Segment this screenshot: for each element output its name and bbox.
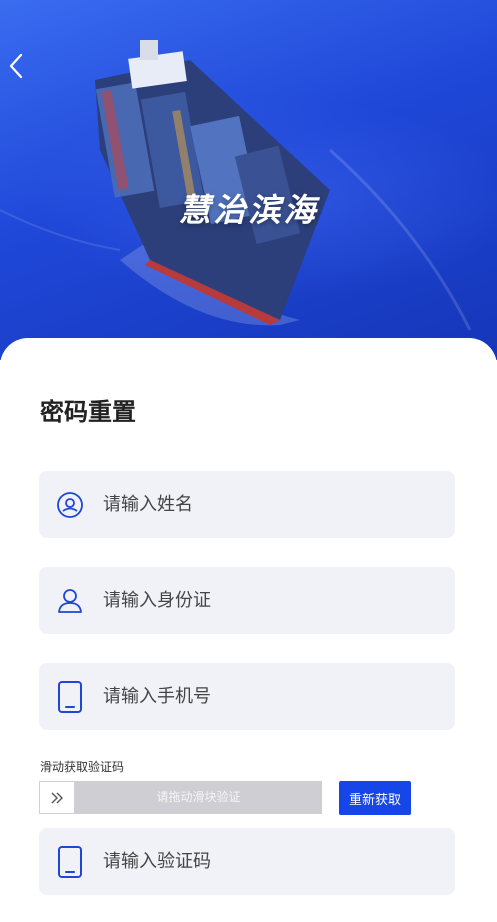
phone-input[interactable] (101, 685, 405, 708)
code-input[interactable] (101, 850, 405, 873)
phone-field[interactable] (39, 663, 455, 730)
app-title: 慧治滨海 (178, 191, 319, 229)
refresh-code-button[interactable]: 重新获取 (339, 781, 411, 815)
slider-label: 滑动获取验证码 (40, 760, 125, 774)
slider-handle[interactable] (39, 781, 75, 814)
person-icon (53, 584, 87, 618)
id-input[interactable] (101, 589, 405, 612)
hero-banner: 慧治滨海 (0, 0, 497, 360)
chevron-left-icon (9, 53, 23, 79)
double-chevron-right-icon (51, 792, 63, 803)
container-ship-image (0, 40, 472, 331)
name-field[interactable] (39, 471, 455, 538)
back-button[interactable] (4, 50, 28, 82)
page-title: 密码重置 (40, 398, 136, 426)
phone-icon (53, 680, 87, 714)
name-input[interactable] (101, 493, 405, 516)
phone-icon (53, 845, 87, 879)
slider-captcha[interactable]: 请拖动滑块验证 (39, 781, 322, 814)
user-badge-icon (53, 488, 87, 522)
id-field[interactable] (39, 567, 455, 634)
slider-hint: 请拖动滑块验证 (156, 790, 241, 804)
code-field[interactable] (39, 828, 455, 895)
